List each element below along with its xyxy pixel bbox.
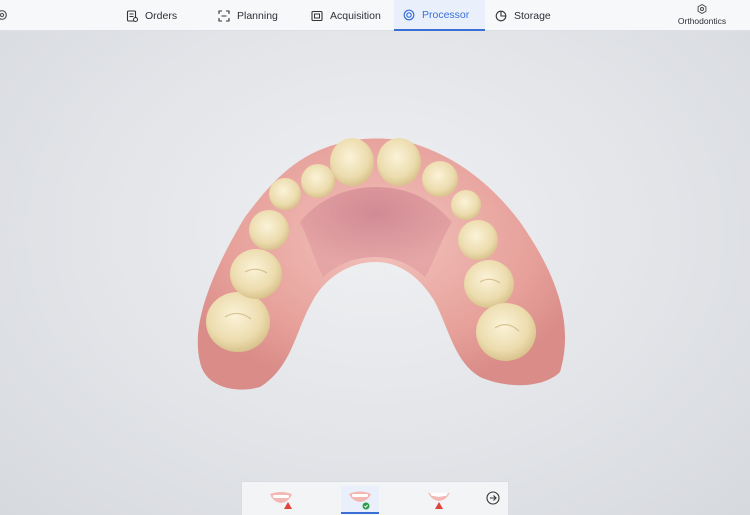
tab-acquisition-label: Acquisition xyxy=(330,9,381,22)
planning-icon xyxy=(218,9,230,22)
gear-icon xyxy=(697,4,707,14)
arrow-right-circle-icon[interactable] xyxy=(486,491,500,505)
both-jaws-icon[interactable] xyxy=(341,486,379,514)
tab-orders[interactable]: Orders xyxy=(126,0,177,31)
tab-storage-label: Storage xyxy=(514,9,551,22)
3d-viewport[interactable] xyxy=(0,32,750,480)
warning-icon xyxy=(284,502,292,509)
tab-processor[interactable]: Processor xyxy=(394,0,485,31)
orders-icon xyxy=(126,9,138,22)
acquisition-icon xyxy=(311,10,323,21)
jaw-selector-bar xyxy=(241,481,509,515)
processor-icon xyxy=(403,9,415,20)
upper-jaw-icon[interactable] xyxy=(264,486,298,512)
tab-planning-label: Planning xyxy=(237,9,278,22)
tab-planning[interactable]: Planning xyxy=(218,0,278,31)
storage-icon xyxy=(495,10,507,21)
tab-orders-label: Orders xyxy=(145,9,178,22)
check-icon xyxy=(362,502,370,510)
top-navigation-bar: Orders Planning Acquisition Processor St… xyxy=(0,0,750,31)
lower-jaw-icon[interactable] xyxy=(422,486,456,512)
tab-storage[interactable]: Storage xyxy=(495,0,551,31)
tab-processor-label: Processor xyxy=(422,8,470,21)
workflow-label: Orthodontics xyxy=(677,16,727,26)
tab-acquisition[interactable]: Acquisition xyxy=(311,0,381,31)
upper-jaw-scan-model[interactable] xyxy=(0,32,750,480)
warning-icon xyxy=(435,502,443,509)
workflow-orthodontics[interactable]: Orthodontics xyxy=(668,3,736,26)
gear-icon[interactable] xyxy=(0,9,8,21)
